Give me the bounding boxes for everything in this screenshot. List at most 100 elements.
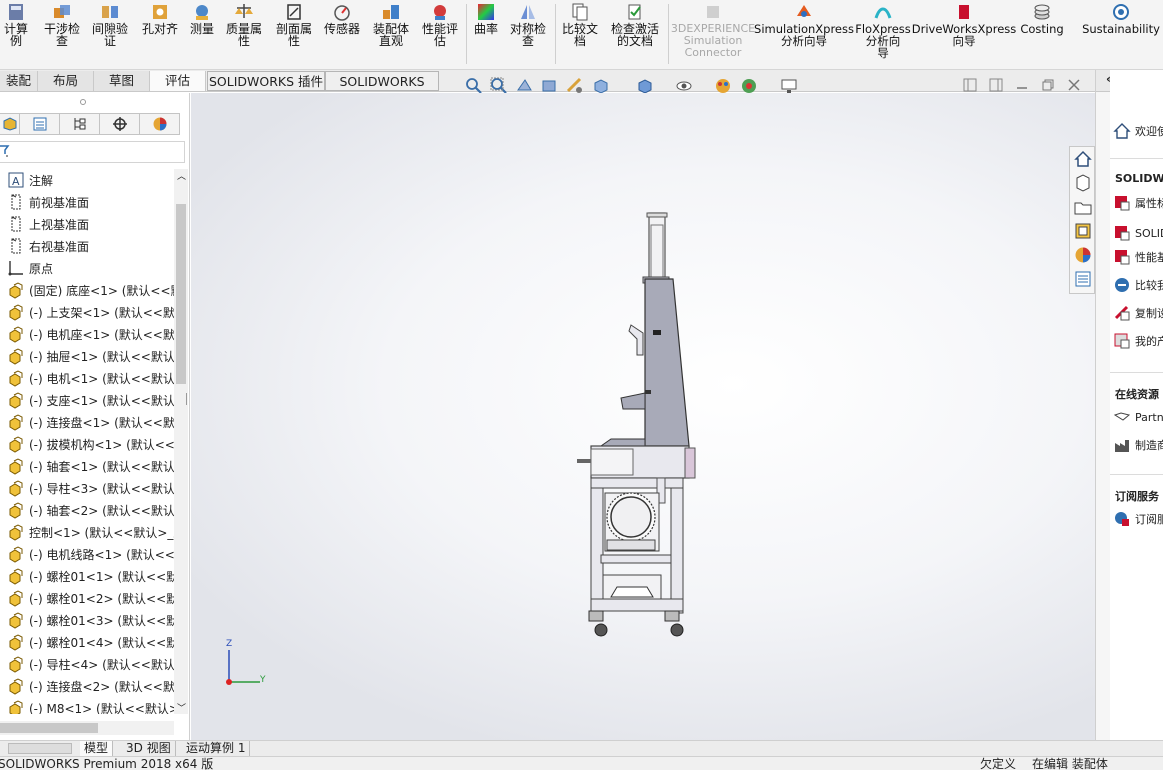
feature-tree-item[interactable]: (-) 导柱<3> (默认<<默认> [0, 477, 174, 499]
assembly-visualization-button[interactable]: 装配体 直观 [368, 0, 414, 47]
feature-tree-item-label: (-) 螺栓01<1> (默认<<默认> [29, 569, 174, 584]
tab-layout[interactable]: 布局 [38, 71, 94, 91]
check-active-document-button[interactable]: 检查激活 的文档 [606, 0, 664, 47]
compare-my-score-link[interactable]: 比较我的 [1113, 276, 1163, 294]
sw-rx-link[interactable]: SOLIDWORKS [1113, 224, 1163, 242]
interference-check-button[interactable]: 干涉检 查 [40, 0, 84, 47]
feature-tree-item[interactable]: (-) 导柱<4> (默认<<默认> [0, 653, 174, 675]
feature-tree-item[interactable]: (固定) 底座<1> (默认<<默认> [0, 279, 174, 301]
feature-tree-item-label: (-) 导柱<4> (默认<<默认> [29, 657, 174, 672]
tab-feature-tree[interactable] [0, 113, 20, 135]
restore-icon[interactable] [1041, 78, 1055, 92]
configuration-manager-icon [74, 118, 85, 130]
tab-motion-study-1[interactable]: 运动算例 1 [182, 741, 251, 756]
measure-button[interactable]: 测量 [186, 0, 218, 35]
feature-tree-item[interactable]: (-) 上支架<1> (默认<<默认> [0, 301, 174, 323]
tab-display-manager[interactable] [140, 113, 180, 135]
tab-property-manager[interactable] [20, 113, 60, 135]
3dexperience-simulation-connector-button[interactable]: 3DEXPERIENCE Simulation Connector [671, 0, 755, 59]
tab-model[interactable]: 模型 [80, 741, 114, 756]
mass-properties-button[interactable]: 质量属 性 [222, 0, 266, 47]
tab-evaluate[interactable]: 评估 [150, 71, 206, 91]
feature-tree-item-label: 右视基准面 [29, 239, 90, 254]
task-pane-tab-strip [1069, 146, 1095, 294]
feature-tree-item[interactable]: (-) 连接盘<1> (默认<<默认> [0, 411, 174, 433]
feature-tree-item[interactable]: (-) 螺栓01<1> (默认<<默认> [0, 565, 174, 587]
floxpress-button[interactable]: FloXpress 分析向 导 [854, 0, 912, 59]
costing-button[interactable]: Costing [1016, 0, 1068, 35]
tab-solidworks-addins[interactable]: SOLIDWORKS 插件 [207, 71, 325, 91]
tile-left-icon[interactable] [963, 78, 977, 92]
driveworksxpress-button[interactable]: DriveWorksXpress 向导 [912, 0, 1016, 47]
feature-tree-item[interactable]: (-) M8<1> (默认<<默认> [0, 697, 174, 714]
feature-tree-item[interactable]: (-) 螺栓01<2> (默认<<默认> [0, 587, 174, 609]
welcome-link[interactable]: 欢迎使用 [1113, 122, 1163, 140]
symmetry-check-button[interactable]: 对称检 查 [506, 0, 550, 47]
tree-horizontal-scrollbar[interactable] [0, 721, 174, 735]
tab-sketch[interactable]: 草图 [94, 71, 150, 91]
filter-bar[interactable] [0, 141, 185, 163]
performance-benchmark-link[interactable]: 性能基准 [1113, 248, 1163, 266]
feature-tree-item[interactable]: (-) 电机<1> (默认<<默认> [0, 367, 174, 389]
curvature-button[interactable]: 曲率 [470, 0, 502, 35]
feature-tree-item[interactable]: (-) 拔模机构<1> (默认<<默认> [0, 433, 174, 455]
scrollbar-thumb[interactable] [176, 204, 186, 384]
feature-tree-item[interactable]: 控制<1> (默认<<默认>_显 [0, 521, 174, 543]
close-icon[interactable] [1067, 78, 1081, 92]
feature-tree-item[interactable]: 上视基准面 [0, 213, 174, 235]
my-products-link[interactable]: 我的产品 [1113, 332, 1163, 350]
feature-tree-item[interactable]: (-) 支座<1> (默认<<默认> [0, 389, 174, 411]
feature-tree-item[interactable]: (-) 电机线路<1> (默认<<默认> [0, 543, 174, 565]
feature-tree-item[interactable]: (-) 电机座<1> (默认<<默认> [0, 323, 174, 345]
calculator-button[interactable]: 计算 例 [0, 0, 32, 47]
sensor-button[interactable]: 传感器 [320, 0, 364, 35]
tab-dimxpert-manager[interactable] [100, 113, 140, 135]
feature-tree-item[interactable]: (-) 轴套<1> (默认<<默认> [0, 455, 174, 477]
feature-tree-item[interactable]: 原点 [0, 257, 174, 279]
tile-right-icon[interactable] [989, 78, 1003, 92]
feature-tree-item[interactable]: 前视基准面 [0, 191, 174, 213]
origin-icon [8, 261, 23, 276]
feature-tree-item[interactable]: (-) 抽屉<1> (默认<<默认> [0, 345, 174, 367]
graphics-area[interactable]: Z Y [191, 93, 1095, 740]
partner-solutions-link[interactable]: Partner [1113, 408, 1163, 426]
tab-configuration-manager[interactable] [60, 113, 100, 135]
feature-tree-item[interactable]: (-) 螺栓01<3> (默认<<默认> [0, 609, 174, 631]
simulationxpress-button[interactable]: SimulationXpress 分析向导 [754, 0, 854, 47]
feature-tree-item[interactable]: (-) 轴套<2> (默认<<默认> [0, 499, 174, 521]
feature-tree-item[interactable]: 右视基准面 [0, 235, 174, 257]
feature-tree-item[interactable]: A 注解 [0, 169, 174, 191]
feature-tree-item[interactable]: (-) 螺栓01<4> (默认<<默认> [0, 631, 174, 653]
copy-settings-wizard-link[interactable]: 复制设置 [1113, 304, 1163, 322]
view-palette-icon[interactable] [1073, 221, 1093, 241]
clearance-verification-button[interactable]: 间隙验 证 [88, 0, 132, 47]
design-library-icon[interactable] [1073, 173, 1093, 193]
scroll-down-icon[interactable]: ﹀ [177, 701, 186, 714]
scroll-up-icon[interactable]: ︿ [177, 169, 186, 182]
panel-grip-icon[interactable] [80, 99, 86, 105]
section-properties-button[interactable]: 剖面属 性 [272, 0, 316, 47]
tree-vertical-scrollbar[interactable]: ︿ ﹀ [174, 169, 188, 714]
scrollbar-thumb[interactable] [0, 723, 98, 733]
filter-icon[interactable] [0, 144, 10, 158]
feature-tree-item[interactable]: (-) 连接盘<2> (默认<<默认> [0, 675, 174, 697]
compare-documents-button[interactable]: 比较文 档 [558, 0, 602, 47]
file-explorer-icon[interactable] [1073, 197, 1093, 217]
hole-alignment-button[interactable]: 孔对齐 [138, 0, 182, 35]
tab-3d-views[interactable]: 3D 视图 [122, 741, 176, 756]
home-icon[interactable] [1073, 149, 1093, 169]
manufacturing-network-link[interactable]: 制造商 [1113, 436, 1163, 454]
tab-navigation-arrows[interactable] [8, 743, 72, 754]
appearances-icon[interactable] [1073, 245, 1093, 265]
tab-assembly[interactable]: 装配体 [0, 71, 38, 108]
clearance-verification-icon [102, 6, 118, 18]
sustainability-button[interactable]: Sustainability [1080, 0, 1162, 35]
subscription-services-link[interactable]: 订阅服务 [1113, 510, 1163, 528]
minimize-icon[interactable] [1015, 78, 1029, 92]
performance-evaluation-button[interactable]: 性能评 估 [418, 0, 462, 47]
custom-properties-icon[interactable] [1073, 269, 1093, 289]
annotations-icon: A [8, 172, 24, 188]
tab-solidworks-mbd[interactable]: SOLIDWORKS MBD [325, 71, 439, 109]
section-properties-icon [287, 4, 301, 20]
property-tab-builder-link[interactable]: 属性标签 [1113, 194, 1163, 212]
